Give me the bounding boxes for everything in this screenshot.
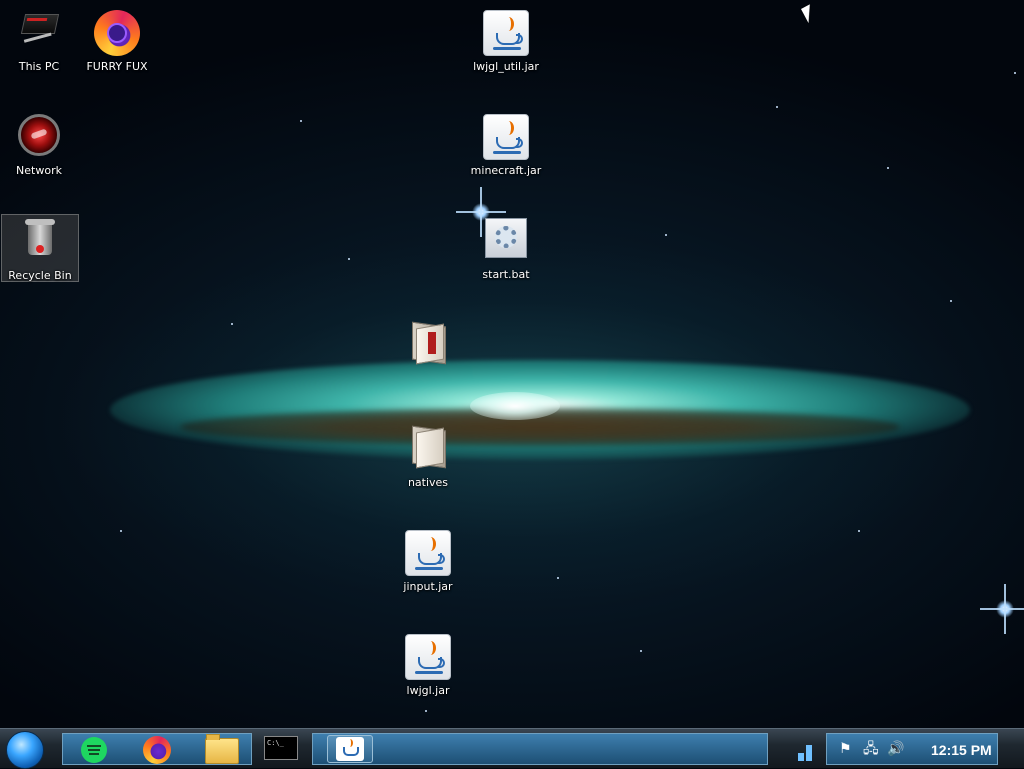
java-icon [336, 737, 364, 761]
start-button[interactable] [6, 731, 44, 769]
desktop-icon-natives[interactable]: natives [389, 422, 467, 489]
star [120, 530, 122, 532]
desktop-icon-label: FURRY FUX [86, 60, 148, 73]
desktop-icon-label: This PC [18, 60, 60, 73]
java-icon [405, 530, 451, 576]
star [557, 577, 559, 579]
cmd-prompt-text: C:\_ [267, 739, 284, 747]
show-desktop-button[interactable] [790, 733, 820, 765]
desktop-icon-start-bat[interactable]: start.bat [467, 214, 545, 281]
command-prompt-button[interactable]: C:\_ [264, 736, 298, 760]
taskbar: C:\_ ⚑ 🖧 🔊 12:15 PM [0, 728, 1024, 769]
taskbar-running-apps [312, 733, 768, 765]
firefox-icon [94, 10, 140, 56]
folder-icon [410, 425, 446, 469]
firefox-icon[interactable] [143, 736, 171, 764]
java-icon [483, 10, 529, 56]
desktop-icon-label: Recycle Bin [8, 269, 72, 282]
volume-icon[interactable]: 🔊 [887, 741, 904, 757]
star [425, 710, 427, 712]
star [776, 106, 778, 108]
star [640, 650, 642, 652]
quick-launch-bar [62, 733, 252, 765]
taskbar-clock[interactable]: 12:15 PM [931, 742, 992, 758]
desktop-icon-label: jinput.jar [403, 580, 453, 593]
galaxy-core [470, 392, 560, 420]
java-icon [483, 114, 529, 160]
desktop-icon-furry-fux[interactable]: FURRY FUX [78, 6, 156, 73]
desktop-icon-folder-unnamed[interactable] [389, 318, 467, 372]
desktop-icon-label: lwjgl_util.jar [473, 60, 539, 73]
desktop-icon-recycle-bin[interactable]: Recycle Bin [1, 214, 79, 282]
folder-icon[interactable] [205, 734, 239, 764]
computer-icon [19, 10, 60, 53]
desktop-icon-jinput-jar[interactable]: jinput.jar [389, 526, 467, 593]
desktop-icon-label: minecraft.jar [470, 164, 542, 177]
star [348, 258, 350, 260]
desktop-icon-this-pc[interactable]: This PC [0, 6, 78, 73]
system-tray: ⚑ 🖧 🔊 12:15 PM [826, 733, 998, 765]
star [231, 323, 233, 325]
network-icon[interactable]: 🖧 [863, 741, 879, 757]
star [665, 234, 667, 236]
flag-icon[interactable]: ⚑ [839, 741, 852, 757]
star [887, 167, 889, 169]
star [1014, 72, 1016, 74]
taskbar-button-java[interactable] [327, 735, 373, 763]
desktop-icon-lwjgl-util-jar[interactable]: lwjgl_util.jar [467, 6, 545, 73]
desktop-icon-label: Network [16, 164, 62, 177]
network-icon [18, 114, 60, 156]
desktop-icon-lwjgl-jar[interactable]: lwjgl.jar [389, 630, 467, 697]
desktop-icon-network[interactable]: Network [0, 110, 78, 177]
java-icon [405, 634, 451, 680]
desktop-icon-label: natives [407, 476, 449, 489]
bright-star [980, 584, 1024, 634]
recycle-bin-icon [25, 219, 55, 257]
spotify-icon[interactable] [81, 737, 107, 763]
star [858, 530, 860, 532]
folder-icon [410, 321, 446, 365]
desktop-icon-minecraft-jar[interactable]: minecraft.jar [467, 110, 545, 177]
desktop-icon-label: start.bat [482, 268, 530, 281]
star [950, 300, 952, 302]
star [300, 120, 302, 122]
batch-file-icon [485, 218, 527, 258]
desktop-icon-label: lwjgl.jar [406, 684, 450, 697]
